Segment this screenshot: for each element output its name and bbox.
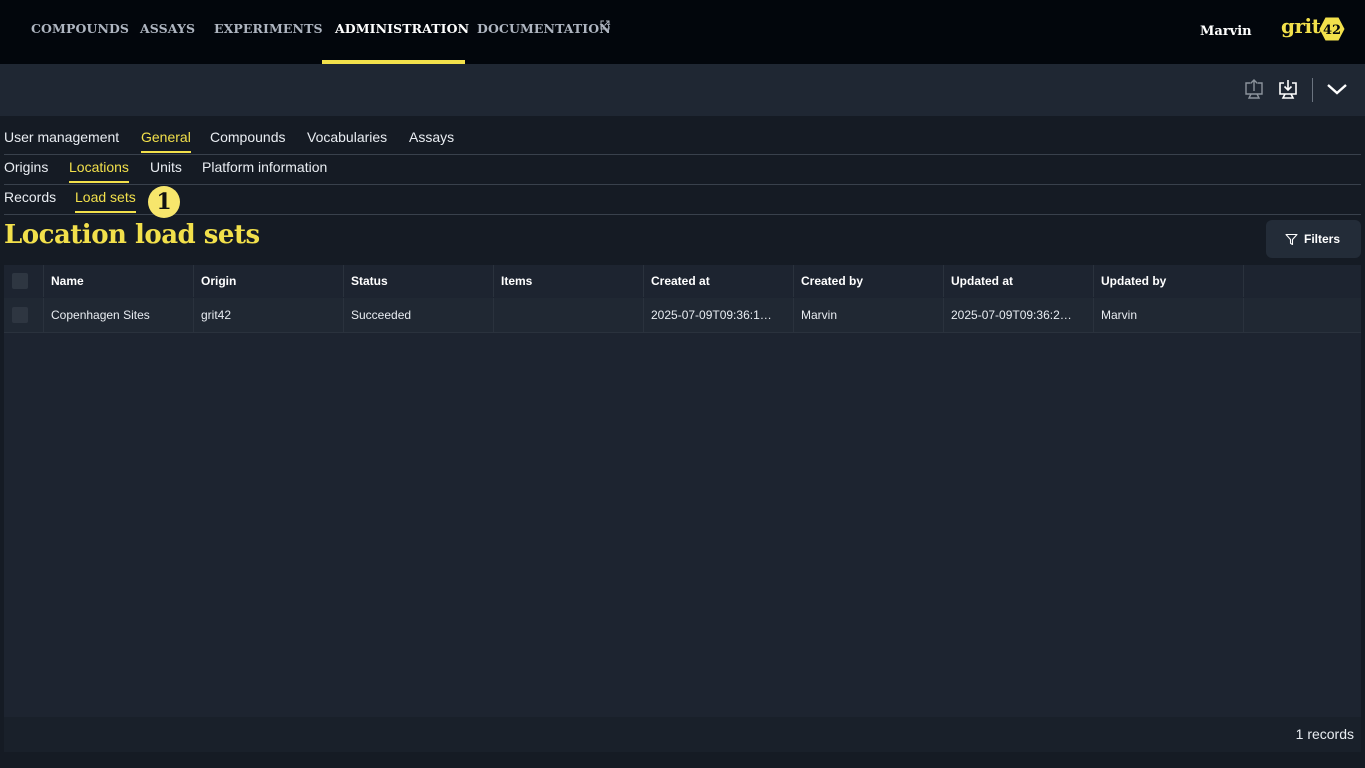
page-title: Location load sets	[4, 220, 260, 250]
logo-text: grit	[1281, 14, 1321, 38]
filters-label: Filters	[1304, 232, 1341, 246]
tab-compounds[interactable]: Compounds	[210, 124, 286, 153]
tab-origins[interactable]: Origins	[4, 154, 48, 183]
tab-load-sets[interactable]: Load sets	[75, 184, 136, 213]
nav-administration[interactable]: ADMINISTRATION	[335, 0, 469, 64]
column-header-name[interactable]: Name	[44, 265, 194, 297]
select-all-checkbox[interactable]	[12, 273, 28, 289]
cell-created-by: Marvin	[794, 298, 944, 332]
cell-items	[494, 298, 644, 332]
nav-documentation[interactable]: DOCUMENTATION	[477, 0, 611, 64]
tab-platform-information[interactable]: Platform information	[202, 154, 327, 183]
load-sets-table: Name Origin Status Items Created at Crea…	[4, 265, 1361, 752]
nav-experiments[interactable]: EXPERIMENTS	[214, 0, 323, 64]
column-header-updated-at[interactable]: Updated at	[944, 265, 1094, 297]
toolbar-divider	[1312, 78, 1313, 102]
column-header-status[interactable]: Status	[344, 265, 494, 297]
top-navigation: COMPOUNDS ASSAYS EXPERIMENTS ADMINISTRAT…	[0, 0, 1365, 64]
cell-name: Copenhagen Sites	[44, 298, 194, 332]
toolbar	[0, 64, 1365, 116]
upload-icon[interactable]	[1242, 77, 1266, 101]
nav-assays[interactable]: ASSAYS	[140, 0, 195, 64]
tabs-location-sections: Records Load sets	[4, 184, 1361, 215]
cell-status: Succeeded	[344, 298, 494, 332]
tab-records[interactable]: Records	[4, 184, 56, 213]
column-header-items[interactable]: Items	[494, 265, 644, 297]
tabs-general-sections: Origins Locations Units Platform informa…	[4, 154, 1361, 185]
row-select-cell	[4, 298, 44, 332]
tab-units[interactable]: Units	[150, 154, 182, 183]
tab-locations[interactable]: Locations	[69, 154, 129, 183]
tab-vocabularies[interactable]: Vocabularies	[307, 124, 387, 153]
logo-badge: 42	[1323, 23, 1341, 38]
nav-compounds[interactable]: COMPOUNDS	[31, 0, 129, 64]
external-link-icon	[600, 20, 610, 30]
cell-updated-at: 2025-07-09T09:36:2…	[944, 298, 1094, 332]
tabs-admin-sections: User management General Compounds Vocabu…	[4, 124, 1361, 155]
tab-user-management[interactable]: User management	[4, 124, 119, 153]
cell-created-at: 2025-07-09T09:36:1…	[644, 298, 794, 332]
chevron-down-icon[interactable]	[1325, 77, 1349, 101]
column-header-updated-by[interactable]: Updated by	[1094, 265, 1244, 297]
user-menu[interactable]: Marvin	[1200, 0, 1252, 64]
tab-general[interactable]: General	[141, 124, 191, 153]
filters-button[interactable]: Filters	[1266, 220, 1361, 258]
filter-icon	[1285, 233, 1298, 246]
column-header-created-by[interactable]: Created by	[794, 265, 944, 297]
logo-hexagon: 42	[1319, 17, 1345, 41]
cell-updated-by: Marvin	[1094, 298, 1244, 332]
select-all-cell	[4, 265, 44, 297]
table-footer: 1 records	[4, 717, 1361, 752]
tab-assays[interactable]: Assays	[409, 124, 454, 153]
records-count: 1 records	[1295, 726, 1354, 742]
column-header-origin[interactable]: Origin	[194, 265, 344, 297]
cell-origin: grit42	[194, 298, 344, 332]
download-icon[interactable]	[1276, 77, 1300, 101]
table-header: Name Origin Status Items Created at Crea…	[4, 265, 1361, 297]
table-row[interactable]: Copenhagen Sites grit42 Succeeded 2025-0…	[4, 298, 1361, 333]
step-badge: 1	[148, 186, 180, 218]
row-checkbox[interactable]	[12, 307, 28, 323]
column-header-created-at[interactable]: Created at	[644, 265, 794, 297]
